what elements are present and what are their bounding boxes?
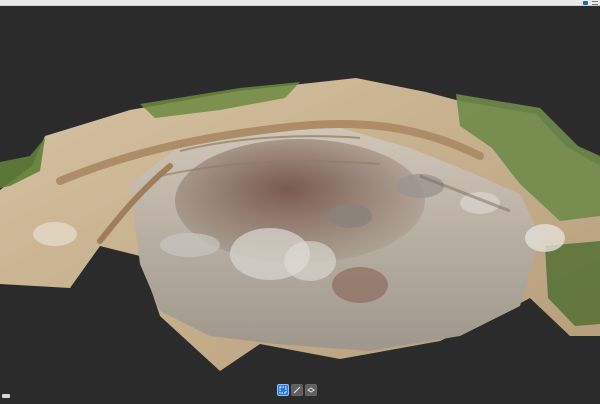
3d-viewport[interactable] bbox=[0, 6, 600, 400]
corner-widget[interactable] bbox=[2, 394, 10, 398]
rock-mound bbox=[33, 222, 77, 246]
bottom-toolbar bbox=[277, 384, 317, 396]
menu-icon[interactable] bbox=[592, 1, 598, 5]
rock-mound bbox=[284, 241, 336, 281]
app-icon bbox=[583, 1, 588, 5]
rock-mound bbox=[525, 224, 565, 252]
quarry-model bbox=[0, 6, 600, 400]
rock-mound bbox=[160, 233, 220, 257]
measure-line-icon[interactable] bbox=[291, 384, 303, 396]
selection-box-icon[interactable] bbox=[277, 384, 289, 396]
rock-mound bbox=[332, 267, 388, 303]
layers-icon[interactable] bbox=[305, 384, 317, 396]
rock-mound bbox=[328, 204, 372, 228]
